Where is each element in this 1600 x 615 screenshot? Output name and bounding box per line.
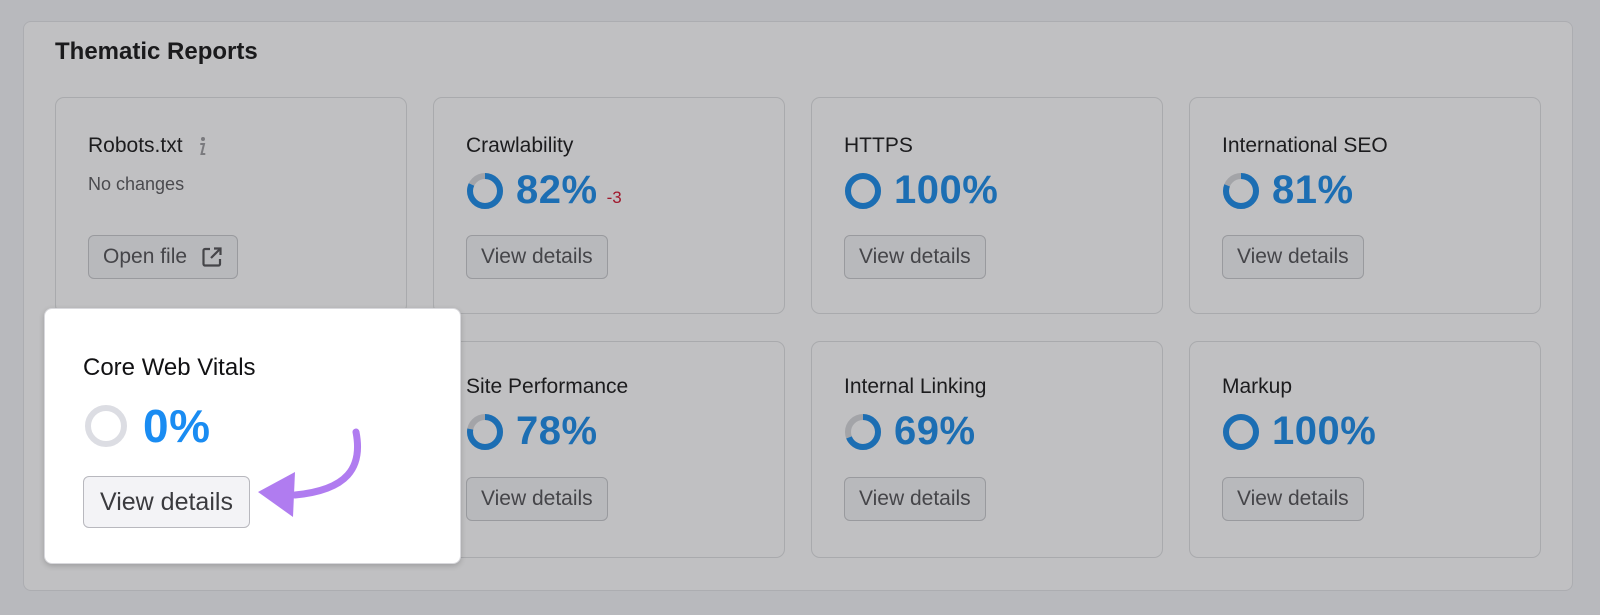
view-details-button[interactable]: View details (83, 476, 250, 528)
card-title: Markup (1222, 375, 1293, 398)
site-performance-card: Site Performance 78% View details (433, 341, 785, 558)
score-donut-icon (83, 403, 129, 449)
robots-status: No changes (88, 174, 185, 194)
score-donut-icon (466, 413, 504, 451)
view-details-button[interactable]: View details (844, 235, 986, 279)
view-details-button[interactable]: View details (844, 477, 986, 521)
view-details-button[interactable]: View details (466, 477, 608, 521)
score-value: 69% (894, 409, 976, 453)
view-details-button[interactable]: View details (1222, 477, 1364, 521)
score-value: 78% (516, 409, 598, 453)
card-title: Robots.txt (88, 134, 183, 157)
view-details-button[interactable]: View details (466, 235, 608, 279)
button-label: View details (1237, 245, 1349, 268)
score-value: 81% (1272, 168, 1354, 212)
score-value: 82% (516, 168, 598, 212)
button-label: View details (1237, 487, 1349, 510)
card-title: Core Web Vitals (83, 354, 256, 381)
score-donut-icon (1222, 172, 1260, 210)
card-title: Crawlability (466, 134, 574, 157)
button-label: View details (859, 487, 971, 510)
core-web-vitals-card: Core Web Vitals 0% View details (44, 308, 461, 564)
score-donut-icon (844, 172, 882, 210)
pointer-arrow-icon (258, 428, 361, 517)
view-details-button[interactable]: View details (1222, 235, 1364, 279)
external-link-icon (201, 246, 223, 268)
button-label: Open file (103, 245, 188, 268)
score-donut-icon (466, 172, 504, 210)
card-title: Internal Linking (844, 375, 987, 398)
international-seo-card: International SEO 81% View details (1189, 97, 1541, 314)
markup-card: Markup 100% View details (1189, 341, 1541, 558)
button-label: View details (100, 487, 233, 516)
button-label: View details (481, 245, 593, 268)
score-donut-icon (1222, 413, 1260, 451)
score-value: 100% (894, 168, 999, 212)
info-icon[interactable] (196, 135, 208, 157)
open-file-button[interactable]: Open file (88, 235, 239, 279)
score-value: 100% (1272, 409, 1377, 453)
button-label: View details (859, 245, 971, 268)
robots-card: Robots.txt No changes Open file (55, 97, 407, 314)
crawlability-card: Crawlability 82% -3 View details (433, 97, 785, 314)
card-title: International SEO (1222, 134, 1388, 157)
score-donut-icon (844, 413, 882, 451)
card-title: HTTPS (844, 134, 913, 157)
card-title: Site Performance (466, 375, 629, 398)
score-delta: -3 (606, 187, 622, 207)
section-title: Thematic Reports (55, 38, 258, 65)
internal-linking-card: Internal Linking 69% View details (811, 341, 1163, 558)
button-label: View details (481, 487, 593, 510)
https-card: HTTPS 100% View details (811, 97, 1163, 314)
score-value: 0% (143, 400, 211, 452)
